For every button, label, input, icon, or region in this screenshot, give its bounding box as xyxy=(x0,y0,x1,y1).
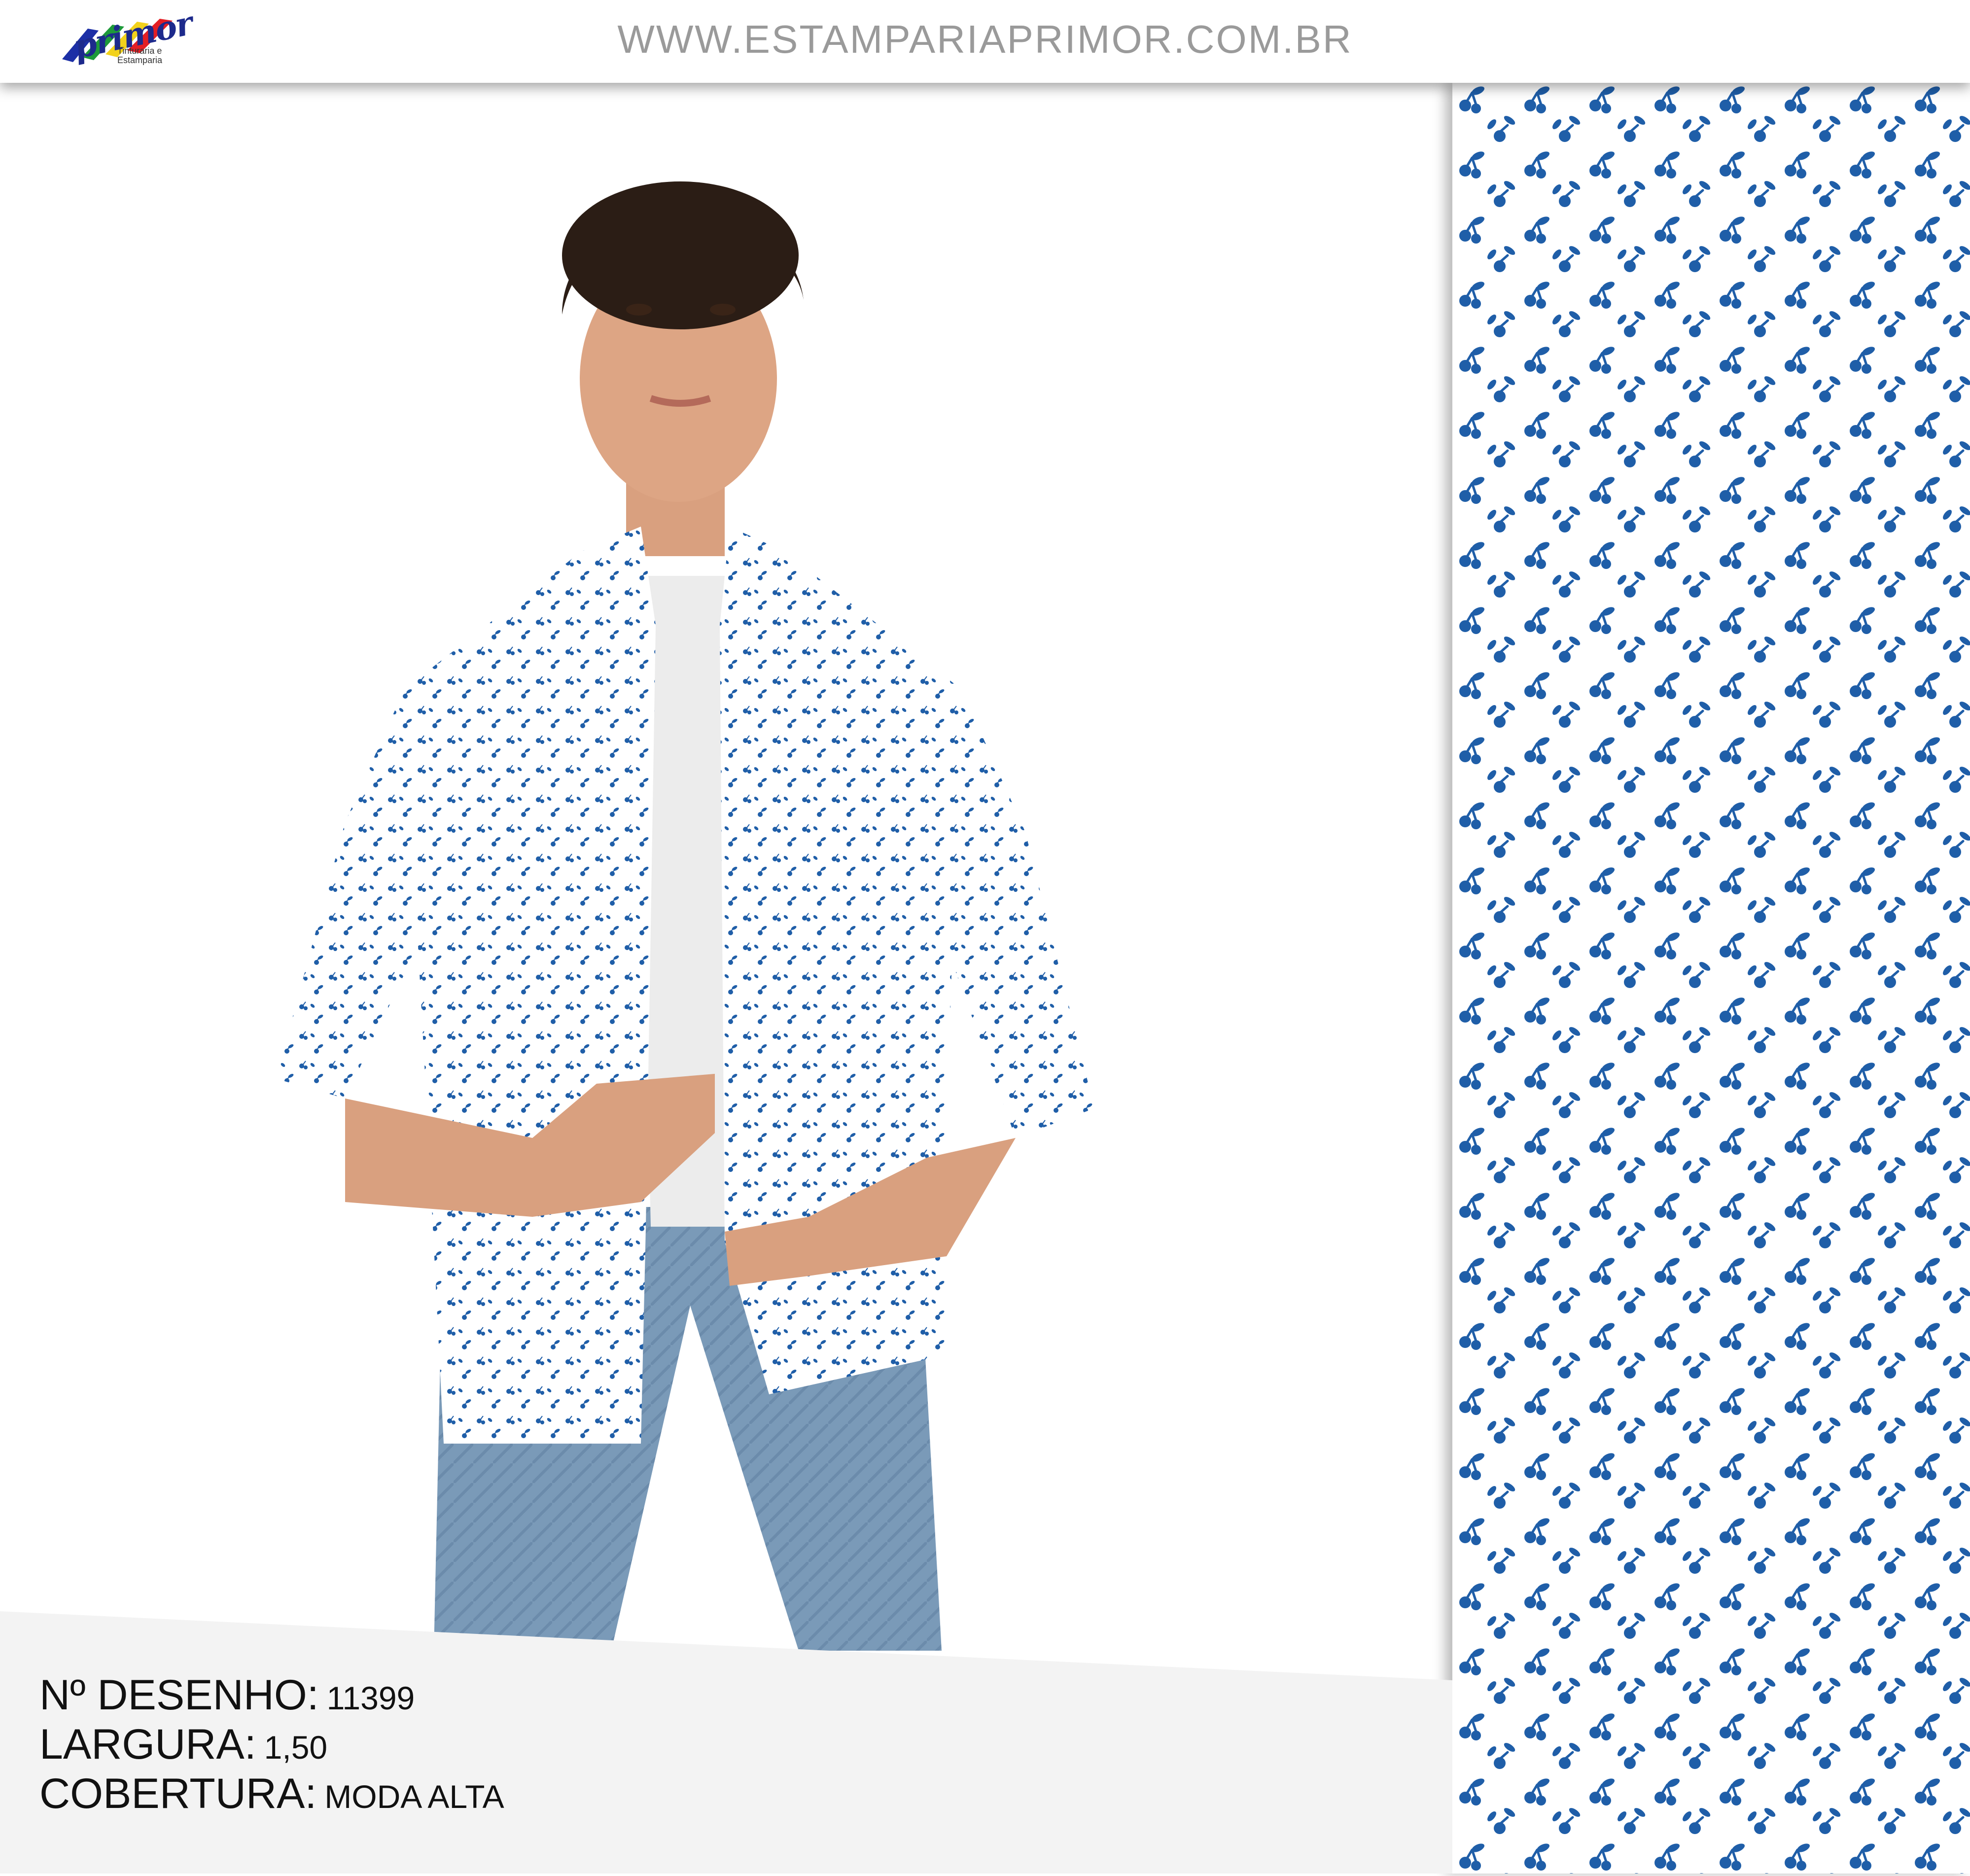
site-url-link[interactable]: WWW.ESTAMPARIAPRIMOR.COM.BR xyxy=(0,17,1970,62)
product-info: Nº DESENHO: 11399 LARGURA: 1,50 COBERTURA:… xyxy=(39,1670,504,1818)
cherry-pattern xyxy=(1452,83,1970,1874)
cobertura-value: MODA ALTA xyxy=(324,1778,504,1815)
largura-label: LARGURA: xyxy=(39,1721,256,1768)
fabric-pattern-swatch xyxy=(1452,83,1970,1874)
desenho-value: 11399 xyxy=(326,1680,415,1716)
largura-value: 1,50 xyxy=(264,1729,328,1766)
cobertura-label: COBERTURA: xyxy=(39,1770,317,1817)
largura-row: LARGURA: 1,50 xyxy=(39,1720,504,1769)
desenho-row: Nº DESENHO: 11399 xyxy=(39,1670,504,1720)
model-photo xyxy=(0,83,1452,1874)
cobertura-row: COBERTURA: MODA ALTA xyxy=(39,1769,504,1818)
model-illustration xyxy=(276,181,1094,1651)
site-header: primor Tinturaria e Estamparia WWW.ESTAM… xyxy=(0,0,1970,83)
desenho-label: Nº DESENHO: xyxy=(39,1671,319,1719)
